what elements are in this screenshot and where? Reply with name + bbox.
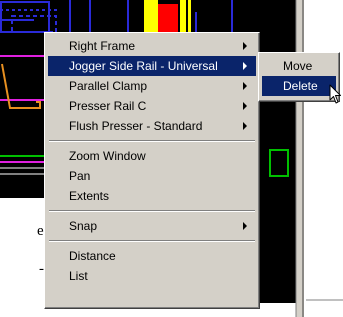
- submenu-item-move[interactable]: Move: [262, 56, 336, 76]
- menu-item-distance[interactable]: Distance: [48, 246, 256, 266]
- context-menu: Right Frame Jogger Side Rail - Universal…: [44, 32, 260, 309]
- menu-separator: [49, 210, 255, 212]
- submenu-item-delete[interactable]: Delete: [262, 76, 336, 96]
- submenu-arrow-icon: [243, 62, 247, 70]
- menu-item-label: Presser Rail C: [69, 99, 147, 113]
- menu-item-snap[interactable]: Snap: [48, 216, 256, 236]
- menu-item-zoom-window[interactable]: Zoom Window: [48, 146, 256, 166]
- menu-item-label: Zoom Window: [69, 149, 146, 163]
- stray-text-e: e: [37, 223, 44, 239]
- menu-item-label: List: [69, 269, 88, 283]
- menu-item-label: Pan: [69, 169, 91, 183]
- menu-item-parallel-clamp[interactable]: Parallel Clamp: [48, 76, 256, 96]
- menu-separator: [49, 240, 255, 242]
- submenu-arrow-icon: [243, 82, 247, 90]
- menu-item-label: Distance: [69, 249, 116, 263]
- menu-separator: [49, 140, 255, 142]
- submenu-arrow-icon: [243, 42, 247, 50]
- submenu-arrow-icon: [243, 102, 247, 110]
- submenu-arrow-icon: [243, 122, 247, 130]
- menu-item-extents[interactable]: Extents: [48, 186, 256, 206]
- menu-item-label: Extents: [69, 189, 110, 203]
- menu-item-right-frame[interactable]: Right Frame: [48, 36, 256, 56]
- menu-item-label: Parallel Clamp: [69, 79, 148, 93]
- jogger-side-rail-submenu: Move Delete: [258, 52, 340, 102]
- mouse-pointer-icon: [329, 84, 341, 104]
- menu-item-list[interactable]: List: [48, 266, 256, 286]
- submenu-arrow-icon: [243, 222, 247, 230]
- menu-item-label: Right Frame: [69, 39, 136, 53]
- menu-item-pan[interactable]: Pan: [48, 166, 256, 186]
- submenu-item-label: Delete: [283, 79, 318, 93]
- menu-item-label: Jogger Side Rail - Universal: [69, 59, 218, 73]
- submenu-item-label: Move: [283, 59, 313, 73]
- menu-item-flush-presser-standard[interactable]: Flush Presser - Standard: [48, 116, 256, 136]
- menu-item-jogger-side-rail-universal[interactable]: Jogger Side Rail - Universal: [48, 56, 256, 76]
- menu-item-label: Snap: [69, 219, 98, 233]
- menu-item-label: Flush Presser - Standard: [69, 119, 203, 133]
- menu-item-presser-rail-c[interactable]: Presser Rail C: [48, 96, 256, 116]
